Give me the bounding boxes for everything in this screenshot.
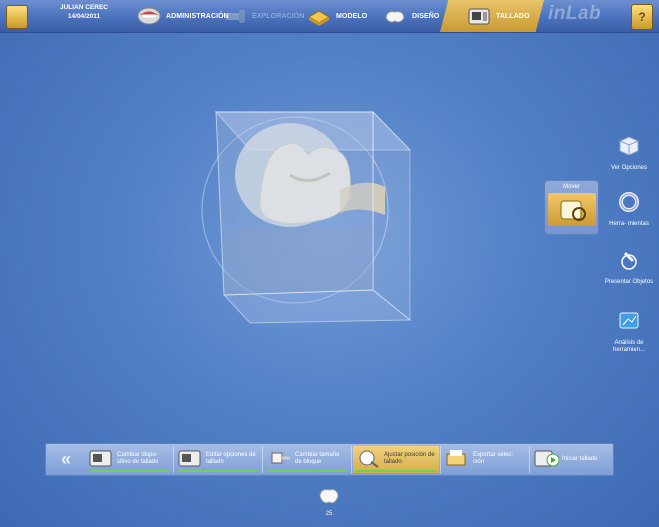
move-icon bbox=[547, 193, 596, 226]
step-label: Editar opciones de tallado bbox=[206, 452, 256, 465]
start-milling-icon bbox=[534, 450, 559, 467]
block-size-icon bbox=[271, 452, 290, 464]
tool-analysis-label: Análisis de herramien... bbox=[612, 340, 645, 353]
tab-label: ADMINISTRACIÓN bbox=[166, 12, 229, 20]
view-options-label: Ver Opciones bbox=[610, 165, 648, 171]
adjust-position-icon bbox=[359, 450, 379, 468]
tools-ring-icon bbox=[619, 192, 639, 212]
step-change-block-size[interactable]: Cambiar tamaño de bloque bbox=[264, 446, 350, 473]
tab-label: DISEÑO bbox=[412, 12, 440, 20]
present-objects-button[interactable]: Presentar Objetos bbox=[602, 249, 656, 286]
step-progress-bar bbox=[178, 470, 258, 472]
milling-options-icon bbox=[178, 450, 201, 467]
move-tool-label: Mover bbox=[563, 184, 580, 190]
tab-exploracion[interactable]: EXPLORACIÓN bbox=[222, 0, 304, 32]
view-cube-icon bbox=[619, 136, 639, 156]
step-progress-bar bbox=[267, 470, 347, 472]
step-adjust-milling-position[interactable]: Ajustar posición de tallado bbox=[353, 446, 439, 473]
move-tool-button[interactable]: Mover bbox=[544, 180, 599, 235]
tooth-design-icon bbox=[385, 11, 405, 23]
block-side-face bbox=[372, 110, 411, 322]
back-chevron-icon[interactable]: « bbox=[48, 446, 84, 473]
patient-info[interactable]: JULIAN CEREC 14/04/2011 bbox=[34, 3, 134, 21]
tab-administracion[interactable]: ADMINISTRACIÓN bbox=[136, 0, 229, 32]
milling-unit-icon bbox=[89, 450, 112, 467]
tab-label: EXPLORACIÓN bbox=[252, 12, 305, 20]
step-label: Exportar selec- ción bbox=[473, 452, 514, 465]
tab-modelo[interactable]: MODELO bbox=[306, 0, 367, 32]
step-edit-milling-options[interactable]: Editar opciones de tallado bbox=[175, 446, 261, 473]
tab-label: MODELO bbox=[336, 12, 368, 20]
step-start-milling[interactable]: Iniciar tallado bbox=[531, 446, 609, 473]
tool-analysis-icon bbox=[619, 312, 639, 329]
tool-analysis-button[interactable]: Análisis de herramien... bbox=[602, 310, 656, 354]
patient-name: JULIAN CEREC bbox=[59, 4, 109, 11]
brand-logo: inLab bbox=[548, 3, 602, 24]
step-label: Cambiar tamaño de bloque bbox=[295, 452, 340, 465]
step-label: Cambiar dispo- sitivo de tallado bbox=[117, 452, 159, 465]
step-divider bbox=[529, 446, 530, 473]
app-menu-icon[interactable] bbox=[6, 5, 28, 29]
present-objects-label: Presentar Objetos bbox=[604, 279, 654, 285]
milling-machine-icon bbox=[468, 8, 490, 25]
top-navigation-bar: JULIAN CEREC 14/04/2011 ADMINISTRACIÓN E… bbox=[0, 0, 659, 33]
scanner-icon bbox=[225, 10, 245, 23]
step-export-selection[interactable]: Exportar selec- ción bbox=[442, 446, 528, 473]
tools-label: Herra- mientas bbox=[609, 221, 649, 227]
milling-block-3d-view[interactable] bbox=[190, 95, 430, 335]
step-divider bbox=[262, 446, 263, 473]
patient-date: 14/04/2011 bbox=[67, 13, 101, 20]
export-selection-icon bbox=[446, 450, 466, 466]
present-objects-icon bbox=[621, 251, 637, 270]
model-block-icon bbox=[308, 10, 330, 26]
step-change-milling-device[interactable]: Cambiar dispo- sitivo de tallado bbox=[86, 446, 172, 473]
step-divider bbox=[351, 446, 352, 473]
tools-button[interactable]: Herra- mientas bbox=[602, 191, 656, 228]
help-icon[interactable]: ? bbox=[631, 4, 653, 30]
step-divider bbox=[440, 446, 441, 473]
step-label: Iniciar tallado bbox=[562, 456, 598, 462]
workflow-step-bar: « Cambiar dispo- sitivo de tallado Edita… bbox=[45, 443, 614, 476]
step-divider bbox=[173, 446, 174, 473]
block-lower-front bbox=[224, 225, 373, 295]
view-options-button[interactable]: Ver Opciones bbox=[602, 135, 656, 172]
step-progress-bar bbox=[356, 470, 436, 472]
tab-tallado[interactable]: TALLADO bbox=[466, 0, 530, 32]
step-label: Ajustar posición de tallado bbox=[384, 452, 435, 465]
step-progress-bar bbox=[89, 470, 169, 472]
dentures-icon bbox=[137, 7, 161, 25]
tooth-selector-icon[interactable] bbox=[317, 485, 341, 509]
tab-label: TALLADO bbox=[496, 12, 530, 20]
tooth-number: 25 bbox=[325, 511, 333, 517]
tab-diseno[interactable]: DISEÑO bbox=[382, 0, 439, 32]
